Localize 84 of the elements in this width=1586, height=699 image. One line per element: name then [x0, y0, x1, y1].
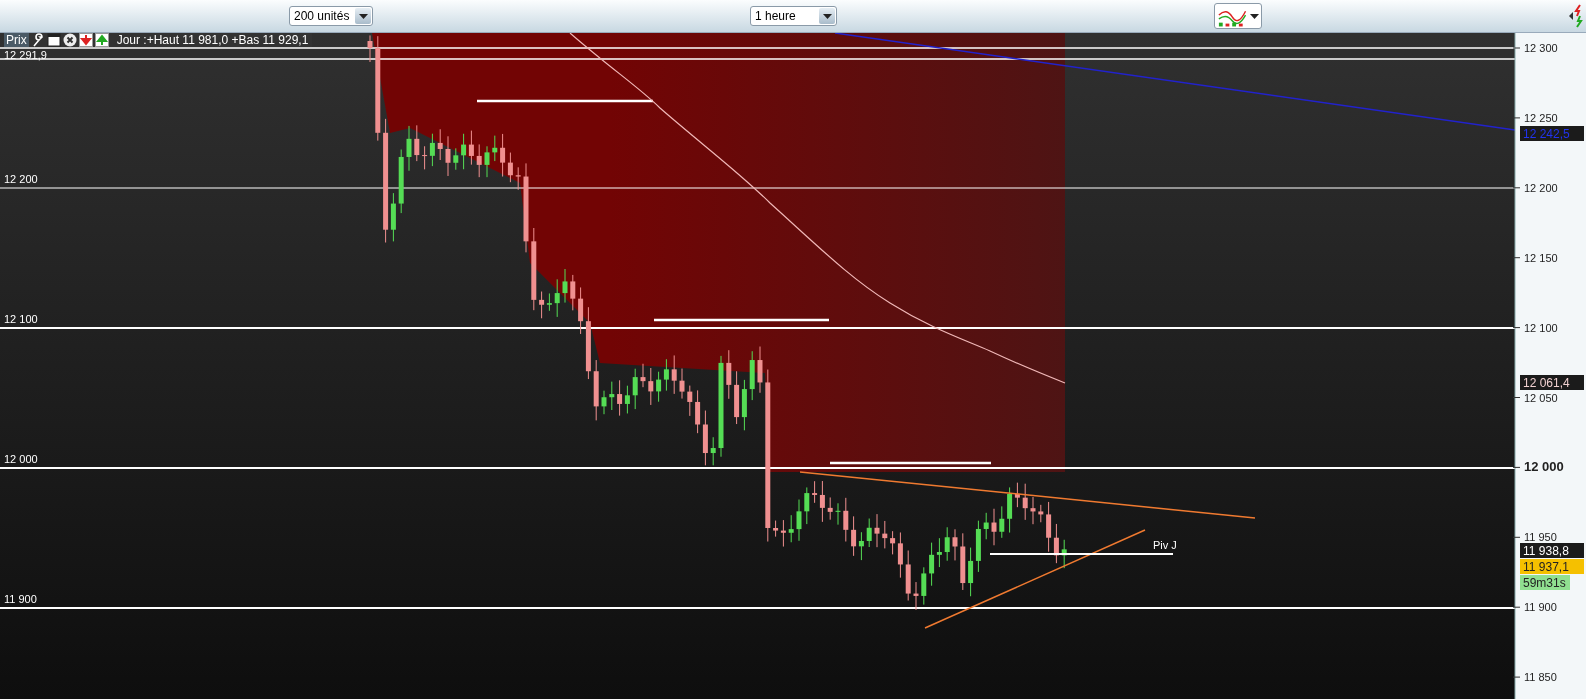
- price-badge: 59m31s: [1520, 575, 1570, 590]
- price-level-label: 12 000: [4, 453, 38, 465]
- axis-tick-label: 12 050: [1524, 391, 1558, 404]
- candlestick: [921, 566, 927, 606]
- candlestick: [562, 268, 568, 304]
- axis-tick-label: 12 150: [1524, 251, 1558, 264]
- candlestick: [827, 496, 833, 521]
- candlestick: [367, 34, 373, 63]
- candlestick: [991, 508, 997, 546]
- candlestick: [835, 502, 841, 526]
- price-badge: 12 242,5: [1520, 126, 1584, 141]
- candlestick: [874, 513, 880, 548]
- caret-icon: [1250, 13, 1259, 19]
- candlestick: [757, 346, 763, 394]
- candlestick: [882, 520, 888, 549]
- candlestick: [1030, 496, 1036, 525]
- candlestick: [687, 385, 693, 417]
- candlestick: [453, 147, 459, 171]
- arrows-icon[interactable]: [1568, 3, 1584, 29]
- candlestick: [492, 135, 498, 162]
- price-level-label: 12 200: [4, 173, 38, 185]
- candlestick: [710, 436, 716, 466]
- period-select[interactable]: 1 heure: [750, 6, 837, 26]
- candlestick: [593, 359, 599, 421]
- candlestick: [749, 350, 755, 401]
- price-badge: 12 061,4: [1520, 375, 1584, 390]
- candlestick: [788, 514, 794, 543]
- axis-tick-label: 12 300: [1524, 42, 1558, 54]
- axis-tick-label: 12 100: [1524, 321, 1558, 334]
- candlestick: [679, 368, 685, 400]
- caret-icon: [822, 13, 832, 19]
- candlestick: [726, 349, 732, 400]
- candlestick: [609, 381, 615, 411]
- candlestick: [476, 143, 482, 178]
- price-badge: 11 937,1: [1520, 559, 1584, 574]
- candlestick: [1061, 539, 1067, 569]
- candlestick: [952, 528, 958, 561]
- axis-tick-label: 11 950: [1524, 531, 1557, 544]
- candlestick: [1038, 504, 1044, 523]
- candlestick: [671, 354, 677, 395]
- axis-tick-label: 12 200: [1524, 181, 1558, 194]
- caret-icon: [358, 13, 368, 19]
- candlestick: [640, 363, 646, 388]
- axis-tick-label: 12 250: [1524, 111, 1558, 124]
- candlestick: [414, 124, 420, 162]
- axis-tick-label: 11 850: [1524, 671, 1557, 684]
- window-icon[interactable]: [46, 33, 61, 47]
- down-arrow-icon[interactable]: [78, 33, 93, 47]
- candlestick: [913, 581, 919, 611]
- close-icon[interactable]: [62, 33, 77, 47]
- candlestick: [804, 486, 810, 525]
- wrench-icon[interactable]: [30, 33, 45, 47]
- price-badge: 11 938,8: [1520, 543, 1584, 558]
- axis-tick-label: 11 900: [1524, 601, 1557, 614]
- candlestick: [905, 550, 911, 602]
- candlestick: [999, 505, 1005, 539]
- candlestick: [515, 166, 521, 191]
- candlestick: [632, 368, 638, 410]
- candlestick: [648, 367, 654, 406]
- candlestick: [983, 512, 989, 540]
- candlestick: [866, 518, 872, 548]
- candlestick: [796, 499, 802, 542]
- up-arrow-icon[interactable]: [94, 33, 109, 47]
- units-select[interactable]: 200 unités: [289, 6, 373, 26]
- candlestick: [445, 135, 451, 177]
- candlestick: [601, 390, 607, 415]
- price-level-label: 11 900: [4, 593, 37, 605]
- indicator-button[interactable]: [1214, 3, 1262, 29]
- price-level-label: 12 100: [4, 313, 38, 325]
- axis-tick-label: 12 000: [1524, 459, 1564, 475]
- candlestick: [843, 497, 849, 542]
- candlestick: [1022, 483, 1028, 521]
- candlestick: [437, 128, 443, 161]
- candlestick: [554, 278, 560, 318]
- candlestick: [484, 145, 490, 178]
- candlestick: [944, 526, 950, 562]
- price-level-label: 12 291,9: [4, 49, 47, 61]
- legend-label: Prix: [4, 33, 29, 47]
- candlestick: [960, 532, 966, 591]
- legend-text: Jour :+Haut 11 981,0 +Bas 11 929,1: [116, 33, 309, 47]
- candlestick: [570, 274, 576, 311]
- pivot-label: Piv J: [1153, 539, 1177, 551]
- candlestick: [398, 149, 404, 214]
- candlestick: [406, 125, 412, 172]
